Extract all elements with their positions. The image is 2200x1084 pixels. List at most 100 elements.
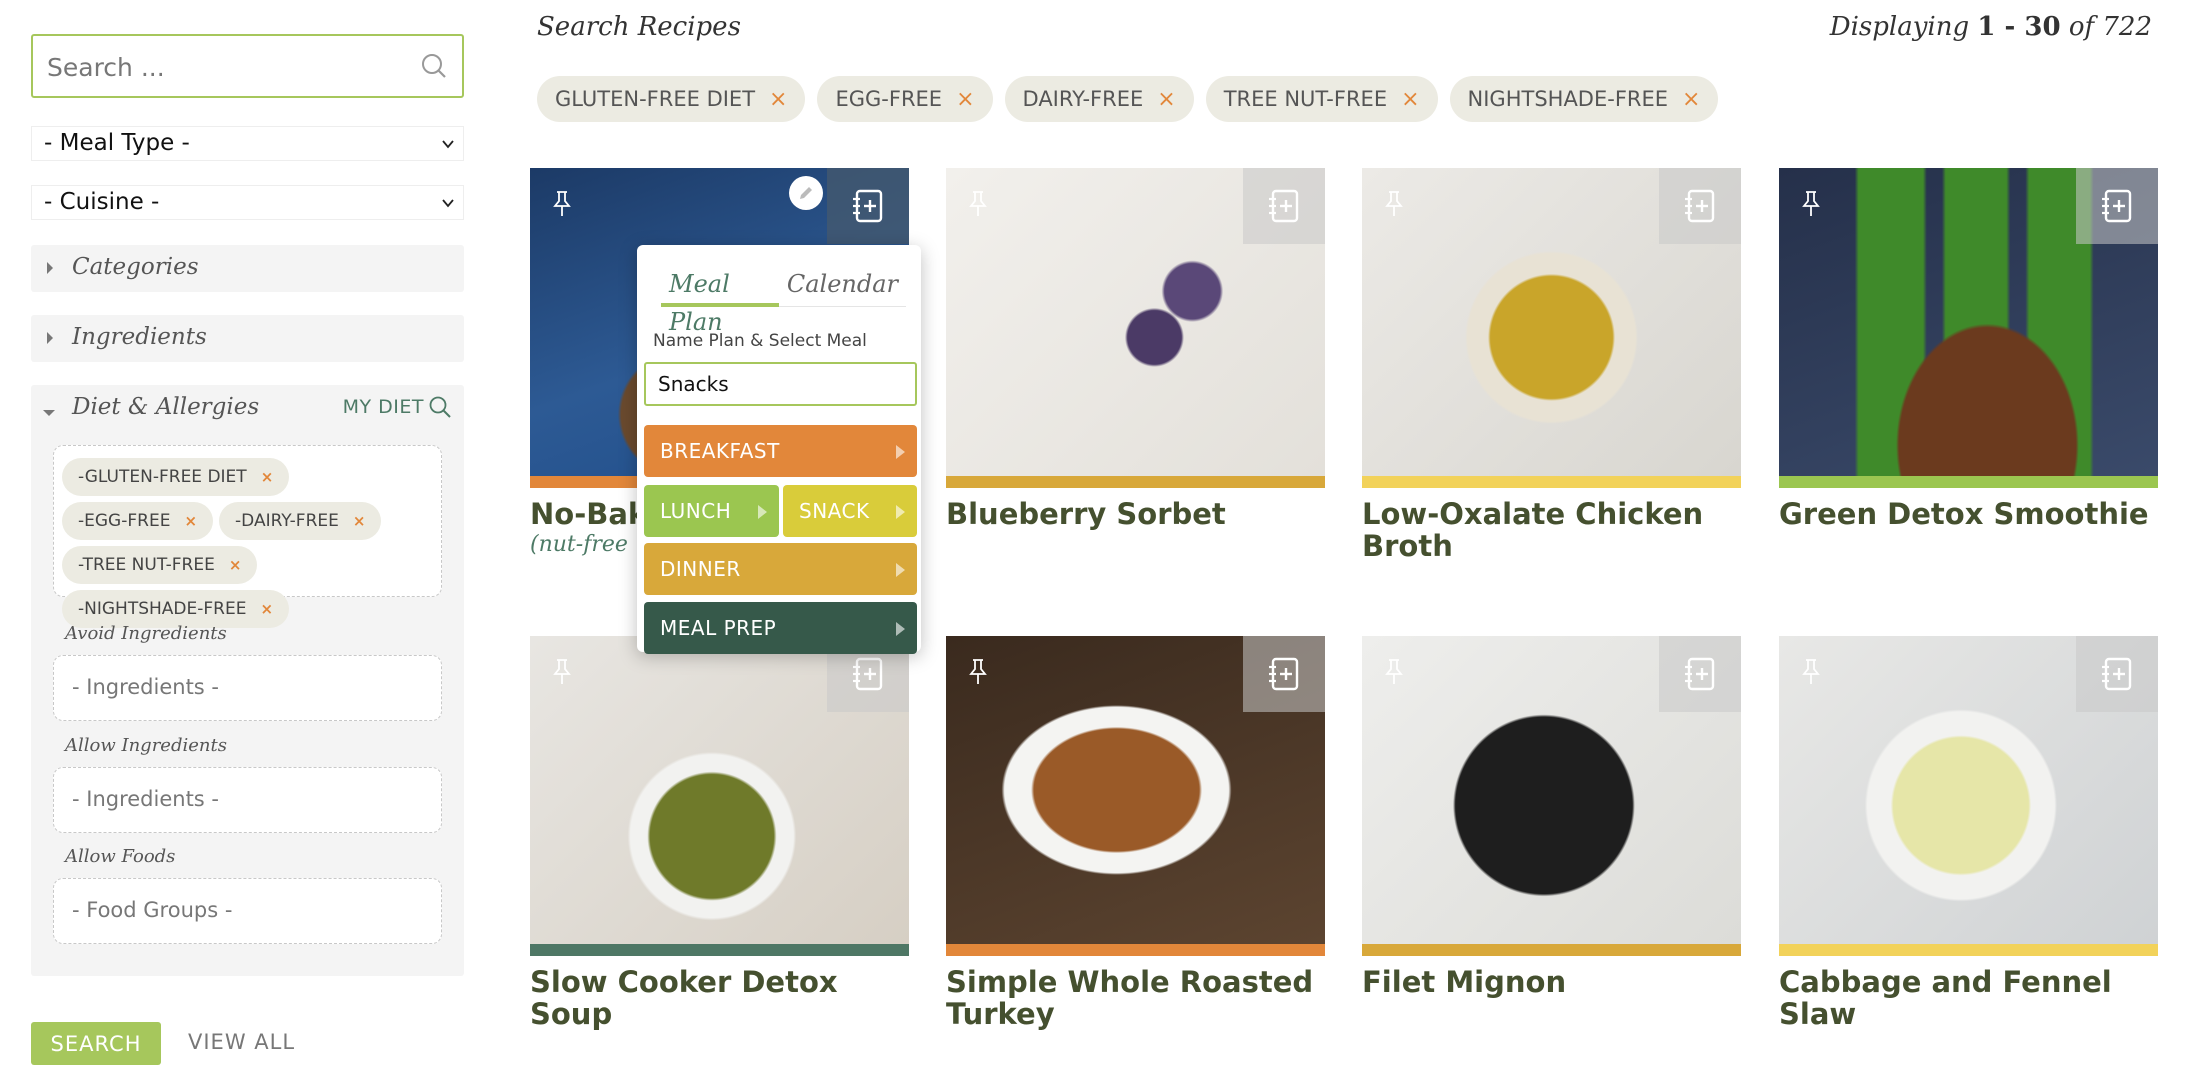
add-to-plan-button[interactable] (2076, 636, 2158, 712)
allow-ingredients-input[interactable]: - Ingredients - (53, 767, 442, 833)
remove-icon[interactable]: × (1682, 87, 1700, 112)
recipe-title[interactable]: Simple Whole Roasted Turkey (946, 966, 1325, 1030)
filter-chip-label: GLUTEN-FREE DIET (555, 87, 756, 111)
meal-snack-button[interactable]: SNACK (783, 485, 917, 537)
displaying-total: of 722 (2068, 12, 2152, 42)
avoid-ingredients-input[interactable]: - Ingredients - (53, 655, 442, 721)
filter-chip-label: NIGHTSHADE-FREE (1467, 87, 1669, 111)
diet-chip: -TREE NUT-FREE × (62, 546, 258, 584)
notebook-add-icon (1269, 657, 1299, 691)
caret-down-icon[interactable] (43, 410, 55, 416)
filter-chip: EGG-FREE × (817, 76, 993, 122)
pin-icon[interactable] (1384, 190, 1404, 218)
search-box (31, 34, 464, 98)
my-diet-label: MY DIET (342, 396, 424, 418)
plan-name-label: Name Plan & Select Meal (653, 331, 867, 351)
ingredients-accordion[interactable]: Ingredients (31, 315, 464, 362)
filter-chip: GLUTEN-FREE DIET × (537, 76, 806, 122)
add-to-plan-button[interactable] (2076, 168, 2158, 244)
meal-label: DINNER (660, 557, 741, 581)
remove-icon[interactable]: × (184, 512, 197, 530)
pin-icon[interactable] (1801, 190, 1821, 218)
view-all-link[interactable]: VIEW ALL (188, 1030, 295, 1054)
tab-calendar[interactable]: Calendar (779, 265, 906, 307)
category-strip (530, 944, 909, 956)
pin-icon[interactable] (552, 190, 572, 218)
add-to-plan-button[interactable] (1659, 168, 1741, 244)
category-strip (1362, 944, 1741, 956)
notebook-add-icon (1685, 189, 1715, 223)
pin-icon[interactable] (1801, 658, 1821, 686)
chevron-down-icon (442, 199, 454, 208)
search-input[interactable] (47, 50, 407, 84)
page-title: Search Recipes (537, 12, 741, 42)
recipe-title[interactable]: Filet Mignon (1362, 966, 1741, 998)
filter-chip-label: TREE NUT-FREE (1223, 87, 1388, 111)
recipe-title[interactable]: Green Detox Smoothie (1779, 498, 2158, 530)
meal-prep-button[interactable]: MEAL PREP (644, 602, 917, 654)
category-strip (1779, 476, 2158, 488)
cuisine-value: - Cuisine - (44, 189, 160, 215)
filter-chip: NIGHTSHADE-FREE × (1449, 76, 1719, 122)
add-to-plan-button[interactable] (827, 168, 909, 244)
pin-icon[interactable] (552, 658, 572, 686)
cuisine-select[interactable]: - Cuisine - (31, 185, 464, 220)
popup-tabs: Meal Plan Calendar (661, 265, 906, 336)
categories-label: Categories (72, 254, 199, 280)
meal-breakfast-button[interactable]: BREAKFAST (644, 425, 917, 477)
diet-chip: -EGG-FREE × (62, 502, 214, 540)
plan-name-input[interactable] (644, 362, 917, 406)
recipe-subtitle: (nut-free + (530, 532, 654, 557)
diet-chip-label: -TREE NUT-FREE (78, 555, 215, 575)
recipe-title[interactable]: Slow Cooker Detox Soup (530, 966, 909, 1030)
arrow-right-icon (896, 622, 905, 636)
remove-icon[interactable]: × (769, 87, 787, 112)
diet-chip: -GLUTEN-FREE DIET × (62, 458, 290, 496)
avoid-ingredients-label: Avoid Ingredients (65, 623, 227, 644)
meal-lunch-button[interactable]: LUNCH (644, 485, 779, 537)
pin-icon[interactable] (968, 658, 988, 686)
remove-icon[interactable]: × (1157, 87, 1175, 112)
remove-icon[interactable]: × (1401, 87, 1419, 112)
results-count: Displaying 1 - 30 of 722 (1830, 12, 2152, 42)
recipe-title[interactable]: Cabbage and Fennel Slaw (1779, 966, 2158, 1030)
active-filters: GLUTEN-FREE DIET × EGG-FREE × DAIRY-FREE × … (537, 76, 1719, 122)
notebook-add-icon (853, 657, 883, 691)
edit-icon[interactable] (789, 176, 823, 210)
remove-icon[interactable]: × (353, 512, 366, 530)
notebook-add-icon (1269, 189, 1299, 223)
meal-type-value: - Meal Type - (44, 130, 190, 156)
food-groups-input[interactable]: - Food Groups - (53, 878, 442, 944)
add-to-plan-button[interactable] (1243, 168, 1325, 244)
notebook-add-icon (2102, 657, 2132, 691)
meal-label: MEAL PREP (660, 616, 777, 640)
add-to-plan-button[interactable] (1243, 636, 1325, 712)
pin-icon[interactable] (1384, 658, 1404, 686)
my-diet-button[interactable]: MY DIET (343, 395, 452, 419)
category-strip (1362, 476, 1741, 488)
filter-chip-label: DAIRY-FREE (1022, 87, 1144, 111)
category-strip (946, 476, 1325, 488)
meal-type-select[interactable]: - Meal Type - (31, 126, 464, 161)
category-strip (946, 944, 1325, 956)
allow-foods-label: Allow Foods (65, 846, 176, 867)
add-to-plan-button[interactable] (1659, 636, 1741, 712)
recipe-title[interactable]: Low-Oxalate Chicken Broth (1362, 498, 1741, 562)
remove-icon[interactable]: × (260, 600, 273, 618)
search-button[interactable]: SEARCH (31, 1022, 161, 1065)
diet-allergies-panel: Diet & Allergies MY DIET -GLUTEN-FREE DI… (31, 385, 464, 976)
remove-icon[interactable]: × (229, 556, 242, 574)
pin-icon[interactable] (968, 190, 988, 218)
recipe-title[interactable]: Blueberry Sorbet (946, 498, 1325, 530)
filter-chip: TREE NUT-FREE × (1205, 76, 1438, 122)
arrow-right-icon (896, 505, 905, 519)
categories-accordion[interactable]: Categories (31, 245, 464, 292)
meal-dinner-button[interactable]: DINNER (644, 543, 917, 595)
remove-icon[interactable]: × (261, 468, 274, 486)
tab-meal-plan[interactable]: Meal Plan (661, 265, 779, 336)
diet-allergies-label[interactable]: Diet & Allergies (72, 394, 259, 420)
search-icon[interactable] (420, 52, 448, 80)
filter-chip: DAIRY-FREE × (1004, 76, 1194, 122)
meal-label: LUNCH (660, 499, 732, 523)
remove-icon[interactable]: × (956, 87, 974, 112)
